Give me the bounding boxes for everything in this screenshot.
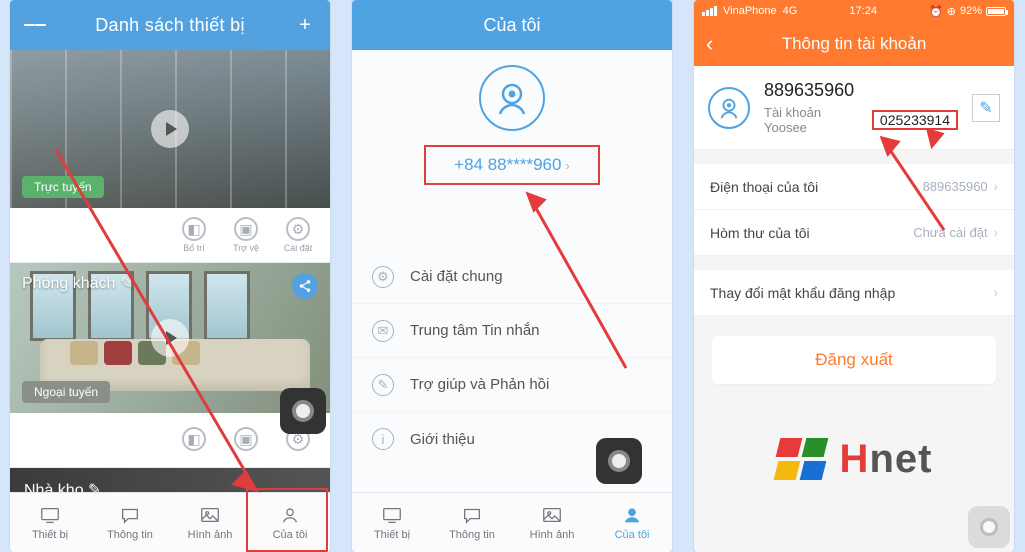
devices-icon [381, 505, 403, 525]
time-label: 17:24 [849, 5, 877, 17]
play-icon[interactable] [151, 110, 189, 148]
avatar-icon [479, 65, 545, 131]
header-title: Thông tin tài khoản [706, 34, 1002, 54]
info-icon: i [372, 428, 394, 450]
status-bar: VinaPhone 4G 17:24 ⏰ ⊕ 92% [694, 0, 1014, 22]
battery-icon [986, 7, 1006, 16]
phone-screen-mine: Của tôi +84 88****960› ⚙ Cài đặt chung ✉… [352, 0, 672, 552]
chevron-right-icon: › [994, 225, 998, 240]
assistive-touch-icon[interactable] [596, 438, 642, 484]
chat-icon [461, 505, 483, 525]
phone-screen-account-info: VinaPhone 4G 17:24 ⏰ ⊕ 92% ‹ Thông tin t… [694, 0, 1014, 552]
signal-icon [702, 6, 717, 16]
alarm-icon: ⏰ [929, 5, 943, 18]
battery-label: 92% [960, 5, 982, 17]
help-icon: ✎ [372, 374, 394, 396]
header-bar: Danh sách thiết bị + [10, 0, 330, 50]
logout-button[interactable]: Đăng xuất [712, 336, 996, 384]
account-id-box: 025233914 [872, 110, 958, 130]
edit-icon[interactable]: ✎ [972, 94, 1000, 122]
action-settings[interactable]: ⚙Cài đặt [274, 217, 322, 253]
gear-icon: ⚙ [372, 266, 394, 288]
carrier-label: VinaPhone [723, 5, 777, 17]
header-title: Của tôi [352, 0, 672, 50]
chevron-right-icon: › [565, 158, 569, 173]
avatar-icon [708, 87, 750, 129]
annotation-arrow [56, 150, 276, 510]
network-label: 4G [783, 5, 798, 17]
profile-section: +84 88****960› [352, 50, 672, 200]
assistive-touch-icon[interactable] [968, 506, 1010, 548]
person-icon [621, 505, 643, 525]
header-bar: ‹ Thông tin tài khoản [694, 22, 1014, 66]
row-change-password[interactable]: Thay đổi mật khẩu đăng nhập › [694, 270, 1014, 316]
assistive-touch-icon[interactable] [280, 388, 326, 434]
message-icon: ✉ [372, 320, 394, 342]
nav-info[interactable]: Thông tin [432, 493, 512, 552]
nav-images[interactable]: Hình ảnh [512, 493, 592, 552]
image-icon [541, 505, 563, 525]
chevron-right-icon: › [994, 179, 998, 194]
annotation-arrow [874, 130, 974, 250]
nav-mine[interactable]: Của tôi [592, 493, 672, 552]
add-device-icon[interactable]: + [294, 14, 316, 36]
nav-devices[interactable]: Thiết bị [352, 493, 432, 552]
annotation-arrow [522, 188, 652, 388]
share-icon[interactable] [292, 273, 318, 299]
phone-number-box[interactable]: +84 88****960› [424, 145, 600, 185]
brand-watermark: Hnet [694, 437, 1014, 482]
menu-icon[interactable] [24, 14, 46, 36]
account-sub-label: Tài khoản Yoosee [764, 105, 866, 135]
hnet-logo-icon [776, 438, 828, 482]
chevron-right-icon: › [994, 285, 998, 300]
bottom-nav: Thiết bị Thông tin Hình ảnh Của tôi [352, 492, 672, 552]
header-title: Danh sách thiết bị [46, 15, 294, 36]
account-number: 889635960 [764, 80, 958, 101]
phone-screen-device-list: Danh sách thiết bị + Trực tuyến ◧Bố trí … [10, 0, 330, 552]
